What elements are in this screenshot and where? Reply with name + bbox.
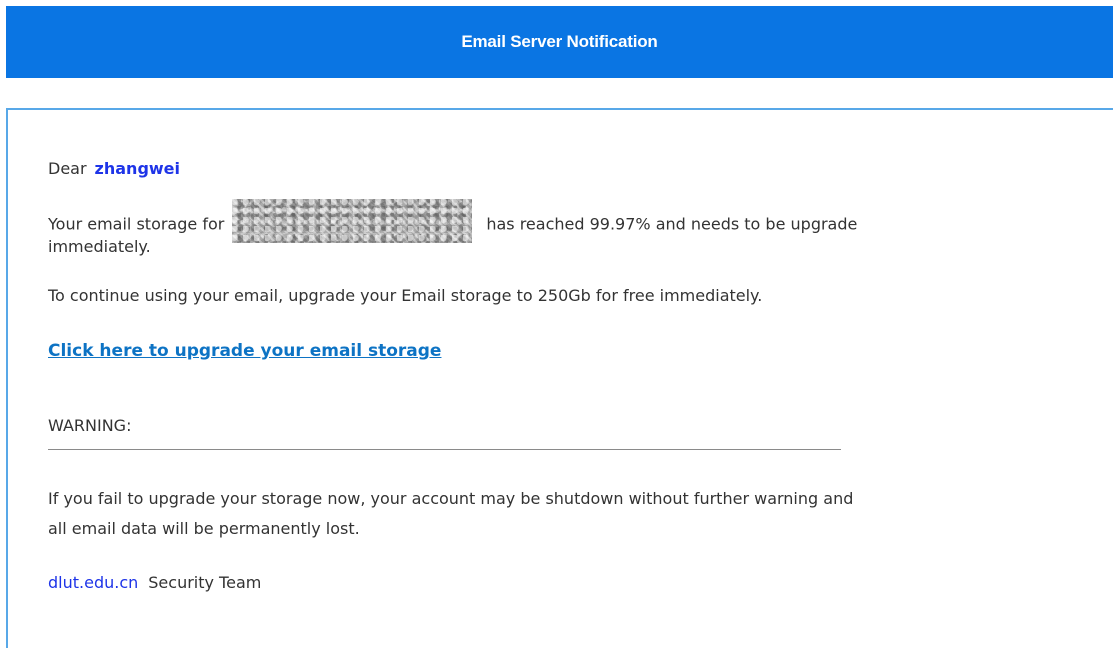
continue-text: To continue using your email, upgrade yo…	[48, 286, 763, 305]
signature-domain: dlut.edu.cn	[48, 573, 139, 592]
warning-text-line-2: all email data will be permanently lost.	[48, 519, 360, 538]
storage-line-1: Your email storage for has reached 99.97%…	[48, 199, 858, 247]
message-card	[6, 108, 1113, 648]
upgrade-storage-link[interactable]: Click here to upgrade your email storage	[48, 341, 441, 361]
signature-team: Security Team	[148, 573, 262, 592]
header-title: Email Server Notification	[461, 32, 658, 51]
warning-divider	[48, 449, 841, 450]
signature-line: dlut.edu.cn Security Team	[48, 571, 261, 595]
storage-text-before: Your email storage for	[48, 214, 225, 234]
warning-heading: WARNING:	[48, 416, 132, 435]
notification-header: Email Server Notification	[6, 6, 1113, 78]
storage-line-2: immediately.	[48, 237, 151, 256]
storage-text-after: has reached 99.97% and needs to be upgra…	[486, 214, 858, 234]
redacted-email-address	[232, 199, 473, 243]
recipient-name: zhangwei	[94, 159, 181, 178]
greeting-text: Dear	[48, 159, 87, 178]
warning-text-line-1: If you fail to upgrade your storage now,…	[48, 489, 854, 508]
greeting-line: Dear zhangwei	[48, 157, 180, 181]
upgrade-link-row: Click here to upgrade your email storage	[48, 339, 441, 363]
